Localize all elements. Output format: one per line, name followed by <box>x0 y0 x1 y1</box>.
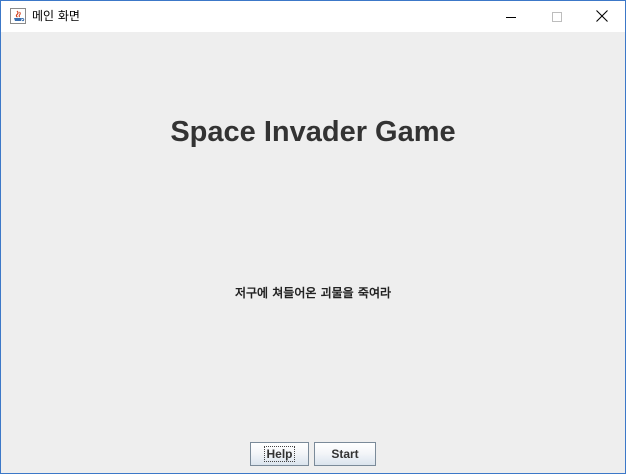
java-icon[interactable] <box>10 8 26 24</box>
main-window: 메인 화면 Space Invader Game 저구에 쳐들어온 괴물을 죽여… <box>0 0 626 474</box>
start-button[interactable]: Start <box>314 442 376 466</box>
title-bar[interactable]: 메인 화면 <box>1 1 625 32</box>
minimize-button[interactable] <box>488 1 534 32</box>
minimize-icon <box>506 7 516 26</box>
help-button-label: Help <box>264 446 295 462</box>
game-title: Space Invader Game <box>170 116 456 148</box>
maximize-icon <box>552 7 562 26</box>
help-button[interactable]: Help <box>250 442 309 466</box>
content-panel: Space Invader Game 저구에 쳐들어온 괴물을 죽여라 Help… <box>1 32 625 473</box>
game-subtitle: 저구에 쳐들어온 괴물을 죽여라 <box>234 286 392 300</box>
start-button-label: Start <box>331 447 359 461</box>
close-button[interactable] <box>579 1 625 32</box>
close-icon <box>596 7 608 26</box>
maximize-button[interactable] <box>534 1 580 32</box>
window-title: 메인 화면 <box>32 9 80 23</box>
